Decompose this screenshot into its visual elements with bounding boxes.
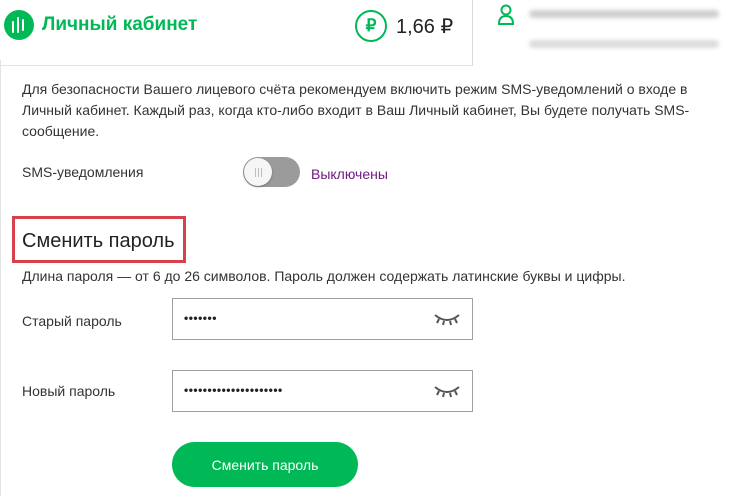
user-account[interactable] [473,0,730,66]
sms-notifications-status: Выключены [311,166,388,182]
section-title: Сменить пароль [22,230,175,252]
logo[interactable]: Личный кабинет [4,10,197,40]
old-password-value: ••••••• [184,311,217,325]
change-password-button[interactable]: Сменить пароль [172,442,358,487]
new-password-field[interactable]: ••••••••••••••••••••• [172,370,473,412]
user-icon [497,4,515,25]
user-number-redacted [529,40,719,48]
balance-amount: 1,66 ₽ [396,15,454,38]
megafon-logo-icon [4,10,34,40]
eye-closed-icon[interactable] [432,311,462,327]
sms-notifications-toggle[interactable] [243,157,300,187]
panel-top-border [0,65,472,66]
logo-text: Личный кабинет [42,14,198,35]
new-password-value: ••••••••••••••••••••• [184,383,283,397]
eye-closed-icon[interactable] [432,383,462,399]
ruble-icon: ₽ [355,10,387,42]
old-password-label: Старый пароль [22,313,122,329]
user-name-redacted [529,10,719,18]
new-password-label: Новый пароль [22,383,116,399]
balance[interactable]: ₽ 1,66 ₽ [355,10,453,42]
old-password-field[interactable]: ••••••• [172,298,473,340]
security-notice: Для безопасности Вашего лицевого счёта р… [22,81,690,139]
sms-notifications-label: SMS-уведомления [22,164,144,180]
toggle-knob [244,158,272,186]
password-hint: Длина пароля — от 6 до 26 символов. Паро… [22,268,626,284]
panel-border [0,60,1,496]
